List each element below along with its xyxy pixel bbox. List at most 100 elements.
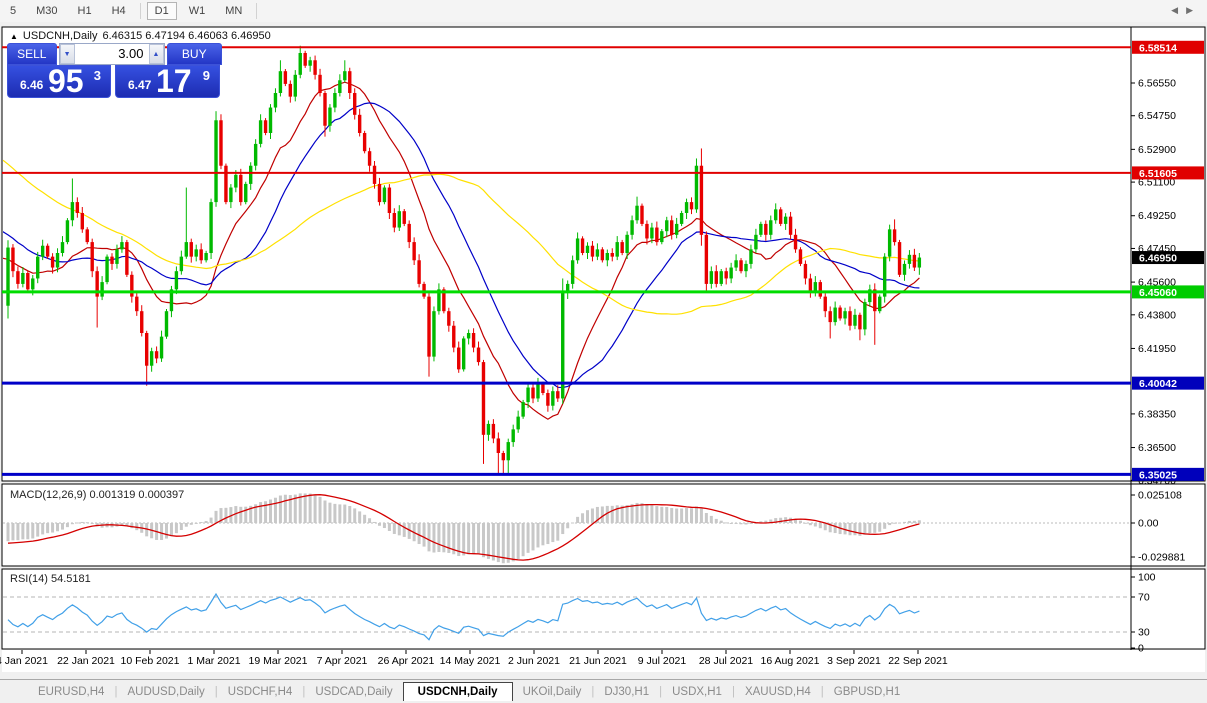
candle-body xyxy=(858,315,861,330)
candle-body xyxy=(36,257,39,279)
lot-decrease-button[interactable]: ▼ xyxy=(60,44,75,64)
candle-body xyxy=(81,213,84,229)
macd-histogram-bar xyxy=(358,511,361,523)
candle-body xyxy=(655,228,658,243)
macd-histogram-bar xyxy=(611,506,614,523)
candle-body xyxy=(601,249,604,260)
candle-body xyxy=(358,115,361,133)
buy-button[interactable]: BUY xyxy=(167,43,222,65)
macd-histogram-bar xyxy=(333,504,336,523)
rsi-axis-label: 0 xyxy=(1138,643,1144,655)
macd-histogram-bar xyxy=(576,517,579,523)
candle-body xyxy=(294,75,297,97)
date-axis-label: 22 Jan 2021 xyxy=(57,655,115,667)
bid-price-big-digits: 95 xyxy=(48,65,84,98)
macd-histogram-bar xyxy=(195,523,198,524)
rsi-axis-label: 70 xyxy=(1138,592,1150,604)
chart-tab-gbpusd[interactable]: GBPUSD,H1 xyxy=(824,683,910,701)
macd-histogram-bar xyxy=(462,523,465,555)
macd-histogram-bar xyxy=(16,523,19,540)
price-badge-value: 6.45060 xyxy=(1139,287,1177,299)
macd-histogram-bar xyxy=(918,520,921,523)
macd-histogram-bar xyxy=(309,494,312,523)
macd-histogram-bar xyxy=(868,523,871,533)
candle-body xyxy=(368,151,371,166)
candle-body xyxy=(378,184,381,202)
chart-tab-ukoil[interactable]: UKOil,Daily xyxy=(513,683,592,701)
candle-body xyxy=(289,84,292,97)
macd-histogram-bar xyxy=(403,523,406,537)
candle-body xyxy=(180,257,183,272)
price-axis-label: 6.54750 xyxy=(1138,110,1176,122)
lot-increase-button[interactable]: ▲ xyxy=(149,44,164,64)
chart-tab-usdx[interactable]: USDX,H1 xyxy=(662,683,732,701)
candle-body xyxy=(417,260,420,284)
chart-tab-usdcad[interactable]: USDCAD,Daily xyxy=(305,683,402,701)
candle-body xyxy=(908,255,911,264)
candle-body xyxy=(229,188,232,203)
chart-tab-usdchf[interactable]: USDCHF,H4 xyxy=(218,683,303,701)
candle-body xyxy=(407,224,410,242)
candle-body xyxy=(249,166,252,184)
chart-tab-bar: EURUSD,H4|AUDUSD,Daily|USDCHF,H4|USDCAD,… xyxy=(0,679,1207,701)
candle-body xyxy=(596,249,599,256)
chart-tab-usdcnh[interactable]: USDCNH,Daily xyxy=(403,682,513,701)
chart-tab-eurusd[interactable]: EURUSD,H4 xyxy=(28,683,114,701)
macd-histogram-bar xyxy=(343,505,346,523)
macd-histogram-bar xyxy=(215,511,218,523)
chart-tab-audusd[interactable]: AUDUSD,Daily xyxy=(117,683,214,701)
candle-body xyxy=(779,209,782,224)
rsi-axis-label: 30 xyxy=(1138,627,1150,639)
macd-histogram-bar xyxy=(680,508,683,523)
lot-size-input[interactable]: 3.00 xyxy=(75,44,149,64)
candle-body xyxy=(412,242,415,260)
macd-histogram-bar xyxy=(274,498,277,523)
macd-histogram-bar xyxy=(279,496,282,523)
bid-price-panel[interactable]: 6.46 95 3 xyxy=(7,65,111,98)
candle-body xyxy=(675,224,678,235)
macd-histogram-bar xyxy=(393,523,396,534)
chart-tab-dj30[interactable]: DJ30,H1 xyxy=(594,683,659,701)
macd-histogram-bar xyxy=(536,523,539,547)
macd-histogram-bar xyxy=(715,519,718,523)
candle-body xyxy=(645,224,648,239)
ask-price-panel[interactable]: 6.47 17 9 xyxy=(115,65,220,98)
candle-body xyxy=(110,257,113,264)
candle-body xyxy=(531,388,534,399)
macd-histogram-bar xyxy=(705,513,708,523)
candle-body xyxy=(502,453,505,460)
macd-histogram-bar xyxy=(650,505,653,523)
candle-body xyxy=(898,242,901,275)
macd-histogram-bar xyxy=(690,508,693,523)
candle-body xyxy=(838,308,841,319)
date-axis-label: 9 Jul 2021 xyxy=(638,655,687,667)
macd-histogram-bar xyxy=(487,523,490,559)
macd-histogram-bar xyxy=(467,523,470,554)
macd-histogram-bar xyxy=(353,508,356,523)
candle-body xyxy=(819,282,822,297)
price-chart-canvas[interactable]: 6.565506.547506.529006.511006.492506.474… xyxy=(0,0,1207,679)
candle-body xyxy=(893,229,896,242)
candle-body xyxy=(51,257,54,268)
macd-histogram-bar xyxy=(41,523,44,534)
macd-histogram-bar xyxy=(517,523,520,559)
candle-body xyxy=(863,302,866,329)
candle-body xyxy=(734,260,737,267)
macd-histogram-bar xyxy=(200,522,203,523)
macd-histogram-bar xyxy=(601,506,604,523)
macd-histogram-bar xyxy=(873,523,876,533)
chart-tab-xauusd[interactable]: XAUUSD,H4 xyxy=(735,683,821,701)
macd-histogram-bar xyxy=(700,509,703,523)
macd-histogram-bar xyxy=(472,523,475,554)
sell-button[interactable]: SELL xyxy=(7,43,57,65)
candle-body xyxy=(264,120,267,133)
candle-body xyxy=(462,338,465,369)
candle-body xyxy=(125,242,128,275)
candle-body xyxy=(150,351,153,366)
candle-body xyxy=(185,242,188,257)
macd-histogram-bar xyxy=(893,523,896,524)
candle-body xyxy=(536,384,539,399)
macd-histogram-bar xyxy=(670,508,673,523)
tab-scroll-arrows[interactable]: ◀▶ xyxy=(1171,5,1201,16)
candle-body xyxy=(318,75,321,93)
